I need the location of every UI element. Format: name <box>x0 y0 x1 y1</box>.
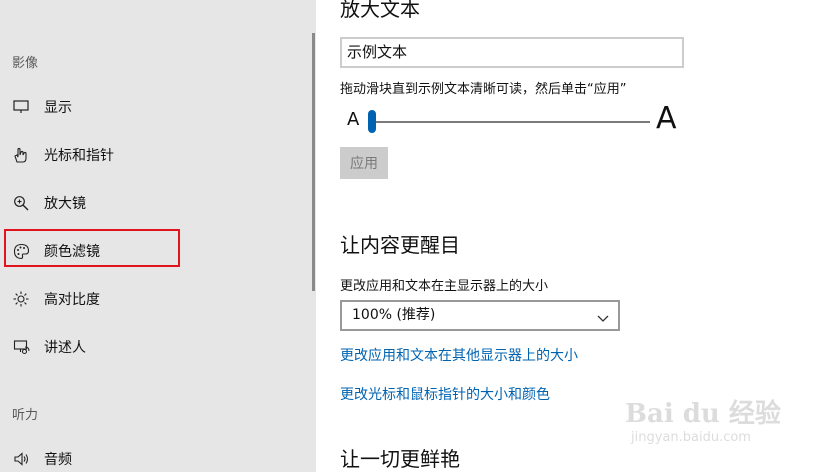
slider-hint: 拖动滑块直到示例文本清晰可读，然后单击“应用” <box>340 82 627 97</box>
sidebar-item-narrator[interactable]: 讲述人 <box>10 335 86 359</box>
narrator-icon <box>10 338 32 356</box>
text-size-slider-track[interactable] <box>372 121 650 123</box>
settings-sidebar: 影像 显示 光标和指针 放大镜 颜色滤镜 高对比度 讲述人 听力 音频 <box>0 0 316 472</box>
text-size-slider-thumb[interactable] <box>368 110 376 133</box>
link-cursor-size[interactable]: 更改光标和鼠标指针的大小和颜色 <box>340 384 550 404</box>
slider-min-label: A <box>347 109 360 130</box>
pointer-hand-icon <box>10 146 32 164</box>
section-vision-header: 影像 <box>12 56 39 71</box>
monitor-icon <box>10 98 32 116</box>
sidebar-scrollbar[interactable] <box>312 33 315 291</box>
heading-make-everything-bigger: 让内容更醒目 <box>340 233 460 257</box>
scale-label: 更改应用和文本在主显示器上的大小 <box>340 279 549 294</box>
speaker-icon <box>10 450 32 468</box>
magnifier-icon <box>10 194 32 212</box>
apply-button[interactable]: 应用 <box>340 147 388 179</box>
sidebar-item-label: 音频 <box>44 452 72 468</box>
heading-make-text-bigger: 放大文本 <box>340 0 420 21</box>
sidebar-item-label: 讲述人 <box>44 340 86 356</box>
highlight-annotation-box <box>4 229 180 267</box>
scale-dropdown[interactable]: 100% (推荐) <box>340 300 620 331</box>
sidebar-item-display[interactable]: 显示 <box>10 95 72 119</box>
sidebar-item-cursor[interactable]: 光标和指针 <box>10 143 114 167</box>
brightness-icon <box>10 290 32 308</box>
watermark-logo-text: Bai du 经验 <box>625 399 781 429</box>
slider-max-label: A <box>656 101 677 136</box>
sidebar-item-label: 显示 <box>44 100 72 116</box>
sidebar-item-high-contrast[interactable]: 高对比度 <box>10 287 100 311</box>
section-hearing-header: 听力 <box>12 408 39 423</box>
sidebar-item-magnifier[interactable]: 放大镜 <box>10 191 86 215</box>
sidebar-item-audio[interactable]: 音频 <box>10 447 72 471</box>
sample-text-box: 示例文本 <box>340 37 684 68</box>
sidebar-item-label: 光标和指针 <box>44 148 114 164</box>
heading-make-everything-brighter: 让一切更鲜艳 <box>340 447 460 471</box>
baidu-jingyan-watermark: Bai du 经验 jingyan.baidu.com <box>625 393 785 453</box>
sidebar-item-label: 高对比度 <box>44 292 100 308</box>
link-other-displays[interactable]: 更改应用和文本在其他显示器上的大小 <box>340 345 578 365</box>
sidebar-item-label: 放大镜 <box>44 196 86 212</box>
scale-dropdown-value: 100% (推荐) <box>352 307 436 323</box>
chevron-down-icon <box>596 308 610 335</box>
watermark-url: jingyan.baidu.com <box>631 430 751 445</box>
